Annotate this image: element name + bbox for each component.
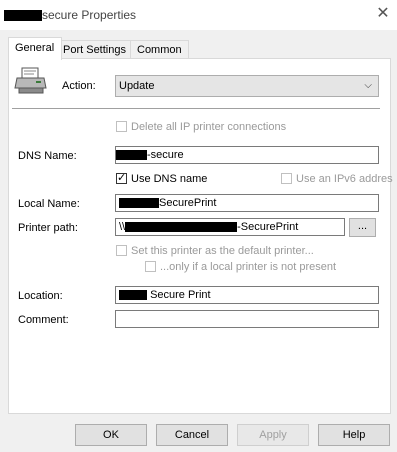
delete-all-ip-label: Delete all IP printer connections	[131, 121, 287, 133]
separator	[12, 108, 380, 109]
general-panel	[8, 58, 391, 414]
action-label: Action:	[62, 80, 96, 92]
only-if-local-checkbox[interactable]	[145, 261, 156, 272]
location-input[interactable]: Secure Print	[115, 286, 379, 304]
local-name-value: SecurePrint	[159, 197, 217, 209]
action-select[interactable]: Update ⌵	[115, 75, 379, 97]
default-printer-label: Set this printer as the default printer.…	[131, 245, 314, 257]
tab-general[interactable]: General	[8, 37, 62, 60]
printer-icon	[14, 67, 47, 94]
default-printer-checkbox[interactable]	[116, 245, 127, 256]
dns-name-label: DNS Name:	[18, 150, 77, 162]
delete-all-ip-checkbox[interactable]	[116, 121, 127, 132]
dns-name-value: -secure	[147, 149, 184, 161]
location-label: Location:	[18, 290, 63, 302]
use-ipv6-label: Use an IPv6 addres	[296, 173, 393, 185]
location-value: Secure Print	[150, 289, 211, 301]
redaction-block	[4, 10, 42, 21]
redaction-block	[116, 150, 147, 161]
printer-path-label: Printer path:	[18, 222, 78, 234]
only-if-local-label: ...only if a local printer is not presen…	[160, 261, 337, 273]
dns-name-input[interactable]: -secure	[115, 146, 379, 164]
close-icon[interactable]: ✕	[374, 4, 392, 24]
chevron-down-icon: ⌵	[364, 80, 372, 91]
apply-button[interactable]: Apply	[237, 424, 309, 446]
action-value: Update	[119, 80, 155, 92]
tab-port-settings[interactable]: Port Settings	[56, 40, 138, 59]
window-title: secure Properties	[42, 8, 137, 22]
redaction-block	[119, 198, 159, 209]
redaction-block	[119, 290, 147, 301]
local-name-input[interactable]: SecurePrint	[115, 194, 379, 212]
use-dns-name-label: Use DNS name	[131, 173, 208, 185]
comment-label: Comment:	[18, 314, 69, 326]
browse-button[interactable]: ...	[349, 218, 376, 237]
ok-button[interactable]: OK	[75, 424, 147, 446]
redaction-block	[125, 222, 238, 233]
use-dns-name-checkbox[interactable]	[116, 171, 127, 184]
local-name-label: Local Name:	[18, 198, 80, 210]
help-button[interactable]: Help	[318, 424, 390, 446]
comment-input[interactable]	[115, 310, 379, 328]
cancel-button[interactable]: Cancel	[156, 424, 228, 446]
tab-common[interactable]: Common	[130, 40, 189, 59]
printer-path-value: -SecurePrint	[237, 221, 299, 233]
printer-path-input[interactable]: \\ -SecurePrint	[115, 218, 345, 236]
use-ipv6-checkbox[interactable]	[281, 173, 292, 184]
